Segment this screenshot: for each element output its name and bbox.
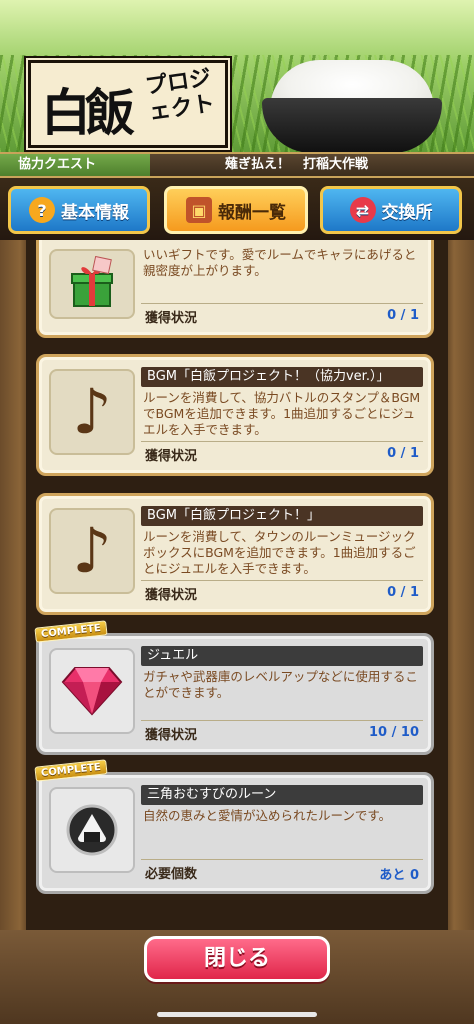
quest-bar: 協力クエスト 薙ぎ払え！ 打稲大作戦 — [0, 152, 474, 178]
jewel-icon — [61, 667, 123, 716]
reward-status: 必要個数 あと 0 — [141, 859, 423, 883]
reward-icon-box — [49, 787, 135, 873]
reward-description: ガチャや武器庫のレベルアップなどに使用することができます。 — [143, 669, 418, 700]
reward-title: ジュエル — [141, 646, 423, 666]
logo-kanji: 白飯 — [41, 83, 135, 142]
tab-label: 基本情報 — [61, 202, 129, 223]
music-note-icon: ♪ — [72, 375, 112, 448]
reward-icon-box: ♪ — [49, 369, 135, 455]
treasure-chest-icon: ▣ — [186, 197, 212, 223]
reward-card: ♪ BGM「白飯プロジェクト！」 ルーンを消費して、タウンのルーンミュージックボ… — [36, 493, 434, 615]
tab-exchange[interactable]: ⇄ 交換所 — [320, 186, 462, 234]
status-value: 0 / 1 — [387, 446, 419, 461]
reward-status: 獲得状況 0 / 1 — [141, 580, 423, 603]
status-value: あと 0 — [379, 868, 419, 883]
status-label: 獲得状況 — [145, 588, 198, 603]
status-value: 10 / 10 — [369, 725, 419, 740]
reward-title: BGM「白飯プロジェクト！（協力ver.）」 — [141, 367, 423, 387]
tab-basic-info[interactable]: ? 基本情報 — [8, 186, 150, 234]
reward-title: 三角おむすびのルーン — [141, 785, 423, 805]
complete-badge: COMPLETE — [34, 759, 108, 782]
reward-icon-box — [49, 648, 135, 734]
question-icon: ? — [29, 197, 55, 223]
status-label: 獲得状況 — [145, 449, 198, 464]
status-label: 獲得状況 — [145, 311, 198, 326]
tab-label: 交換所 — [381, 202, 433, 223]
reward-card: COMPLETE 三角おむすびのルーン 自然の恵みと愛情が込められたルーンです。… — [34, 759, 434, 894]
status-value: 0 / 1 — [387, 585, 419, 600]
reward-status: 獲得状況 0 / 1 — [141, 441, 423, 464]
reward-description: ルーンを消費して、協力バトルのスタンプ＆BGMでBGMを追加できます。1曲追加す… — [143, 390, 421, 437]
music-note-icon: ♪ — [72, 514, 112, 587]
complete-badge: COMPLETE — [34, 620, 108, 643]
quest-name: 薙ぎ払え！ 打稲大作戦 — [225, 157, 369, 172]
tab-label: 報酬一覧 — [218, 202, 286, 223]
tab-bar: ? 基本情報 ▣ 報酬一覧 ⇄ 交換所 — [0, 178, 474, 240]
close-button[interactable]: 閉じる — [144, 936, 330, 982]
logo-kana: プロジェクト — [143, 65, 217, 126]
quest-type-tag: 協力クエスト — [0, 154, 150, 176]
reward-status: 獲得状況 0 / 1 — [141, 303, 423, 326]
onigiri-rune-icon — [66, 804, 118, 856]
reward-card: COMPLETE ジュエル ガチャや武器庫のレベルアップなどに使用することができ… — [34, 620, 434, 755]
reward-title: BGM「白飯プロジェクト！」 — [141, 506, 423, 526]
reward-description: ルーンを消費して、タウンのルーンミュージックボックスにBGMを追加できます。1曲… — [143, 529, 416, 576]
header-banner: 白飯 プロジェクト — [0, 0, 474, 155]
status-label: 必要個数 — [145, 867, 198, 882]
reward-icon-box: ♪ — [49, 508, 135, 594]
reward-description: いいギフトです。愛でルームでキャラにあげると親密度が上がります。 — [143, 247, 417, 278]
reward-card: いいギフトです。愛でルームでキャラにあげると親密度が上がります。 獲得状況 0 … — [36, 240, 434, 338]
rice-bowl-image — [262, 58, 442, 153]
status-label: 獲得状況 — [145, 728, 198, 743]
reward-card: ♪ BGM「白飯プロジェクト！（協力ver.）」 ルーンを消費して、協力バトルの… — [36, 354, 434, 476]
event-logo: 白飯 プロジェクト — [28, 60, 228, 148]
home-indicator[interactable] — [157, 1012, 317, 1017]
status-value: 0 / 1 — [387, 308, 419, 323]
footer: 閉じる — [0, 930, 474, 1024]
reward-status: 獲得状況 10 / 10 — [141, 720, 423, 743]
exchange-icon: ⇄ — [349, 197, 376, 223]
reward-description: 自然の恵みと愛情が込められたルーンです。 — [143, 808, 392, 823]
reward-icon-box — [49, 249, 135, 319]
gift-box-icon — [71, 256, 113, 307]
reward-list[interactable]: いいギフトです。愛でルームでキャラにあげると親密度が上がります。 獲得状況 0 … — [0, 240, 474, 930]
tab-rewards[interactable]: ▣ 報酬一覧 — [164, 186, 308, 234]
